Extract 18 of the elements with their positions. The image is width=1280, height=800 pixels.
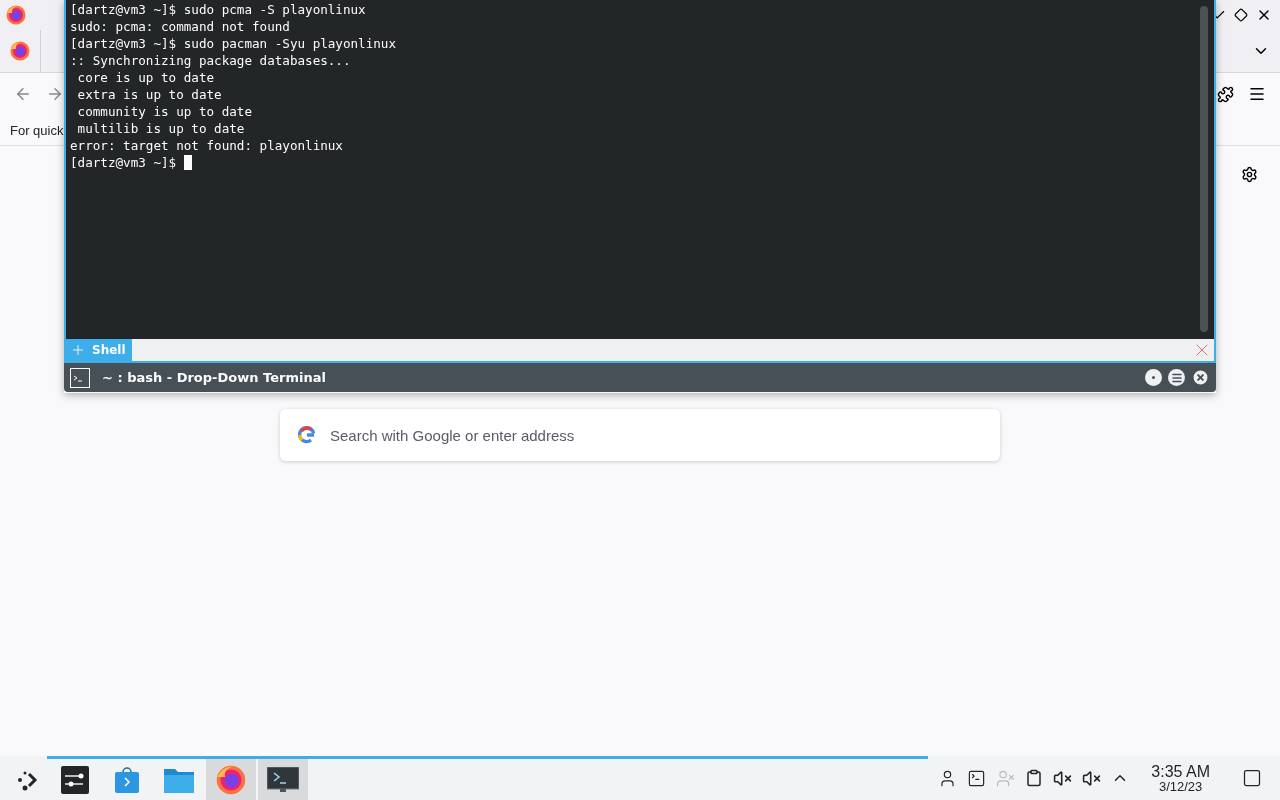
- tab-label: Shell: [92, 343, 126, 357]
- bookmarks-hint: For quick: [10, 122, 64, 138]
- terminal-line: [dartz@vm3 ~]$ sudo pcma -S playonlinux: [70, 1, 366, 18]
- clock[interactable]: 3:35 AM 3/12/23: [1151, 763, 1210, 793]
- terminal-line: extra is up to date: [76, 86, 222, 103]
- search-placeholder: Search with Google or enter address: [330, 426, 575, 444]
- terminal-line: [dartz@vm3 ~]$ sudo pacman -Syu playonlinux: [70, 35, 397, 52]
- terminal-line: sudo: pcma: command not found: [70, 18, 290, 35]
- clock-date: 3/12/23: [1158, 779, 1203, 793]
- clock-time: 3:35 AM: [1151, 763, 1210, 780]
- terminal-line: error: target not found: playonlinux: [70, 137, 343, 154]
- terminal-line: multilib is up to date: [76, 120, 245, 137]
- terminal-line: [dartz@vm3 ~]$: [70, 154, 178, 171]
- terminal-line: community is up to date: [76, 103, 252, 120]
- terminal-line: :: Synchronizing package databases...: [70, 52, 351, 69]
- search-field[interactable]: Search with Google or enter address: [280, 409, 1000, 461]
- terminal-line: core is up to date: [76, 69, 215, 86]
- window-title: ~ : bash - Drop-Down Terminal: [102, 370, 326, 385]
